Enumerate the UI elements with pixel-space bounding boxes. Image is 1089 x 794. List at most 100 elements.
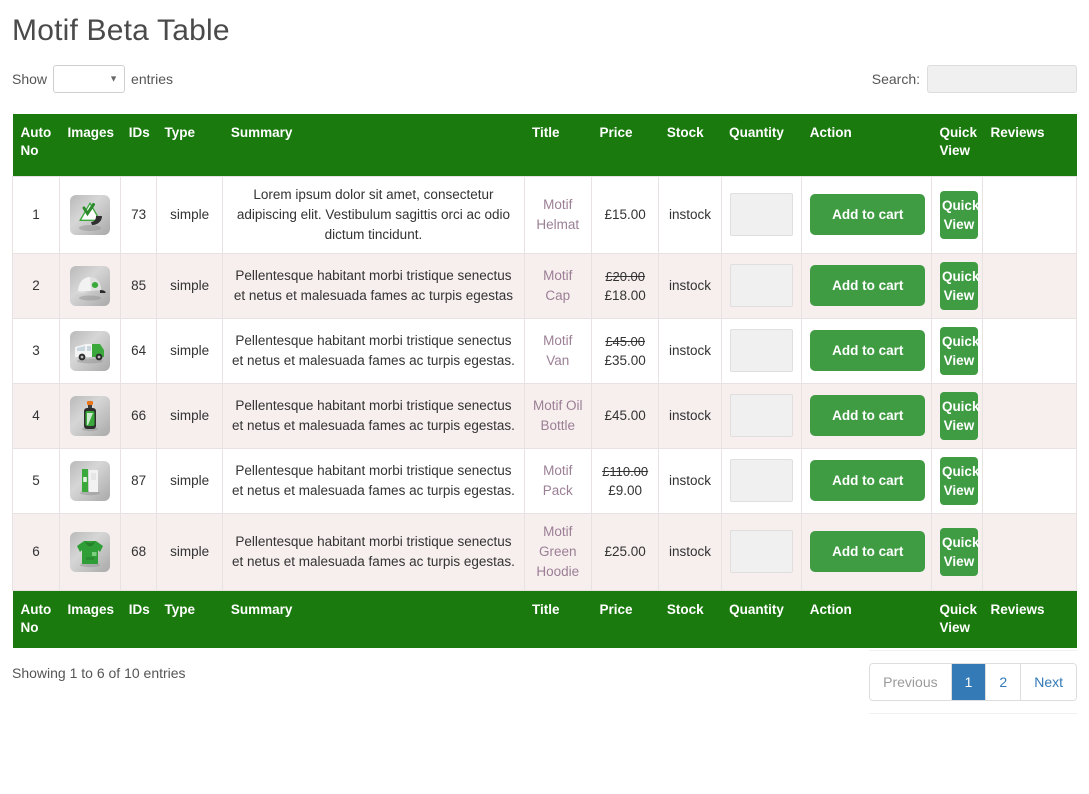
add-to-cart-button[interactable]: Add to cart xyxy=(810,395,925,436)
footer-column-quick-view: Quick View xyxy=(931,590,982,648)
price-original: £45.00 xyxy=(600,332,650,351)
footer-column-title: Title xyxy=(524,590,591,648)
add-to-cart-button[interactable]: Add to cart xyxy=(810,531,925,572)
footer-column-type: Type xyxy=(156,590,222,648)
product-title-link[interactable]: Motif Helmat xyxy=(533,195,583,235)
table-bottom-bar: Showing 1 to 6 of 10 entries Previous 1 … xyxy=(12,662,1077,722)
cell-reviews xyxy=(982,448,1076,513)
cell-type: simple xyxy=(156,253,222,318)
price-current: £45.00 xyxy=(600,406,650,425)
quick-view-button[interactable]: Quick View xyxy=(940,327,978,375)
add-to-cart-button[interactable]: Add to cart xyxy=(810,265,925,306)
quick-view-button[interactable]: Quick View xyxy=(940,262,978,310)
pack-thumb[interactable] xyxy=(70,461,110,501)
column-header-auto-no[interactable]: Auto No xyxy=(13,114,60,176)
column-header-reviews[interactable]: Reviews xyxy=(982,114,1076,176)
cell-quantity xyxy=(721,513,802,590)
footer-column-stock: Stock xyxy=(659,590,721,648)
footer-column-reviews: Reviews xyxy=(982,590,1076,648)
hoodie-thumb[interactable] xyxy=(70,532,110,572)
pagination-next[interactable]: Next xyxy=(1021,664,1076,700)
cell-quick-view: Quick View xyxy=(931,513,982,590)
add-to-cart-button[interactable]: Add to cart xyxy=(810,330,925,371)
footer-column-summary: Summary xyxy=(223,590,524,648)
table-row: 3 xyxy=(13,318,1077,383)
products-table: Auto No Images IDs Type Summary Title Pr… xyxy=(12,114,1077,648)
cell-stock: instock xyxy=(659,176,721,253)
cell-image xyxy=(59,448,120,513)
cell-title: Motif Van xyxy=(524,318,591,383)
column-header-stock[interactable]: Stock xyxy=(659,114,721,176)
pagination-page-1[interactable]: 1 xyxy=(952,664,987,700)
cell-title: Motif Pack xyxy=(524,448,591,513)
cell-quick-view: Quick View xyxy=(931,318,982,383)
cell-summary: Pellentesque habitant morbi tristique se… xyxy=(223,448,524,513)
column-header-quantity[interactable]: Quantity xyxy=(721,114,802,176)
column-header-quick-view[interactable]: Quick View xyxy=(931,114,982,176)
cell-action: Add to cart xyxy=(802,448,932,513)
van-thumb[interactable] xyxy=(70,331,110,371)
quick-view-button[interactable]: Quick View xyxy=(940,191,978,239)
quantity-input[interactable] xyxy=(730,329,793,372)
quick-view-button[interactable]: Quick View xyxy=(940,392,978,440)
quantity-input[interactable] xyxy=(730,459,793,502)
product-title-link[interactable]: Motif Cap xyxy=(533,266,583,306)
cell-stock: instock xyxy=(659,448,721,513)
quantity-input[interactable] xyxy=(730,394,793,437)
cell-quantity xyxy=(721,448,802,513)
table-row: 2 85 simple Pellente xyxy=(13,253,1077,318)
table-row: 4 66 simple Pellente xyxy=(13,383,1077,448)
cell-quantity xyxy=(721,176,802,253)
cell-summary: Pellentesque habitant morbi tristique se… xyxy=(223,513,524,590)
column-header-action[interactable]: Action xyxy=(802,114,932,176)
cap-thumb[interactable] xyxy=(70,266,110,306)
cell-id: 68 xyxy=(121,513,157,590)
cell-reviews xyxy=(982,318,1076,383)
cell-action: Add to cart xyxy=(802,176,932,253)
recycle-helmet-thumb[interactable] xyxy=(70,195,110,235)
column-header-ids[interactable]: IDs xyxy=(121,114,157,176)
column-header-type[interactable]: Type xyxy=(156,114,222,176)
entries-length-select[interactable]: ▼ xyxy=(53,65,125,93)
table-header-row: Auto No Images IDs Type Summary Title Pr… xyxy=(13,114,1077,176)
column-header-summary[interactable]: Summary xyxy=(223,114,524,176)
cell-quantity xyxy=(721,318,802,383)
cell-image xyxy=(59,253,120,318)
column-header-title[interactable]: Title xyxy=(524,114,591,176)
cell-reviews xyxy=(982,513,1076,590)
add-to-cart-button[interactable]: Add to cart xyxy=(810,194,925,235)
search-input[interactable] xyxy=(927,65,1077,93)
footer-column-images: Images xyxy=(59,590,120,648)
oil-bottle-thumb[interactable] xyxy=(70,396,110,436)
cell-title: Motif Helmat xyxy=(524,176,591,253)
chevron-down-icon: ▼ xyxy=(109,75,118,84)
quantity-input[interactable] xyxy=(730,193,793,236)
cell-price: £15.00 xyxy=(591,176,658,253)
pagination-previous[interactable]: Previous xyxy=(870,664,951,700)
quick-view-button[interactable]: Quick View xyxy=(940,457,978,505)
cell-reviews xyxy=(982,383,1076,448)
quick-view-button[interactable]: Quick View xyxy=(940,528,978,576)
cell-id: 87 xyxy=(121,448,157,513)
cell-quick-view: Quick View xyxy=(931,448,982,513)
product-title-link[interactable]: Motif Green Hoodie xyxy=(533,522,583,582)
column-header-images[interactable]: Images xyxy=(59,114,120,176)
cell-type: simple xyxy=(156,448,222,513)
price-current: £15.00 xyxy=(600,205,650,224)
column-header-price[interactable]: Price xyxy=(591,114,658,176)
pagination: Previous 1 2 Next xyxy=(869,650,1077,714)
add-to-cart-button[interactable]: Add to cart xyxy=(810,460,925,501)
footer-column-quantity: Quantity xyxy=(721,590,802,648)
product-title-link[interactable]: Motif Pack xyxy=(533,461,583,501)
table-head: Auto No Images IDs Type Summary Title Pr… xyxy=(13,114,1077,176)
quantity-input[interactable] xyxy=(730,530,793,573)
search-control: Search: xyxy=(872,64,1077,94)
cell-price: £45.00 £35.00 xyxy=(591,318,658,383)
footer-column-ids: IDs xyxy=(121,590,157,648)
quantity-input[interactable] xyxy=(730,264,793,307)
product-title-link[interactable]: Motif Van xyxy=(533,331,583,371)
pagination-page-2[interactable]: 2 xyxy=(986,664,1021,700)
table-row: 5 87 simple Pellentesque habitant m xyxy=(13,448,1077,513)
product-title-link[interactable]: Motif Oil Bottle xyxy=(533,396,583,436)
cell-summary: Lorem ipsum dolor sit amet, consectetur … xyxy=(223,176,524,253)
